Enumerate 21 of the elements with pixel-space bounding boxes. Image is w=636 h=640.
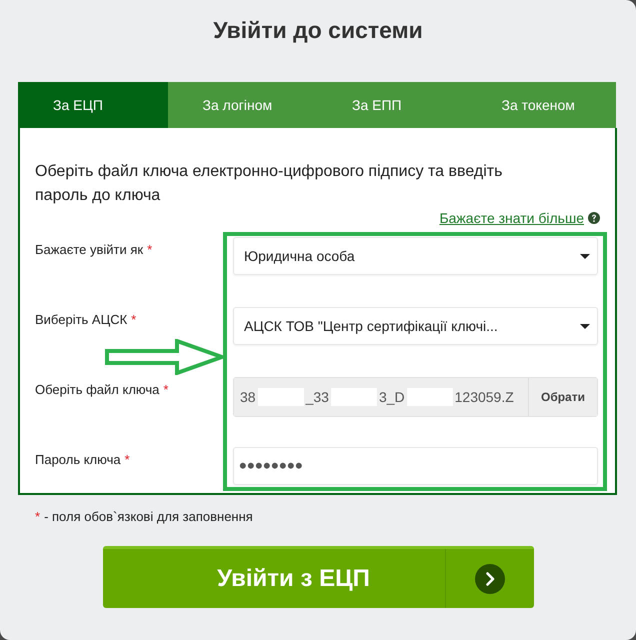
field-label: Оберіть файл ключа (35, 381, 160, 399)
caret-icon (580, 324, 590, 328)
required-mark: * (124, 451, 130, 469)
dropdown-field[interactable]: Юридична особа (233, 237, 598, 275)
tab[interactable]: За ЕЦП (18, 82, 168, 128)
password-field[interactable]: •••••••• (233, 447, 598, 485)
page-title: Увійти до системи (212, 16, 424, 45)
field-label: Виберіть АЦСК (35, 311, 128, 329)
dropdown-field[interactable]: АЦСК ТОВ "Центр сертифікації ключі... (233, 307, 598, 345)
caret-icon (580, 254, 590, 258)
chevron-right-icon (474, 564, 504, 594)
required-mark: * (131, 311, 136, 329)
required-mark: * (163, 381, 168, 399)
instructions-text: Оберіть файл ключа електронно-цифрового підпису та введіть пароль до ключа (35, 162, 504, 206)
help-link[interactable]: Бажаєте знати більше (439, 210, 584, 226)
required-mark: * (35, 508, 40, 526)
field-label: Пароль ключа (35, 451, 121, 469)
required-mark: * (147, 241, 152, 259)
required-note: - поля обов`язкові для заповнення (44, 508, 253, 526)
help-icon (588, 212, 600, 224)
field-label: Бажаєте увійти як (35, 241, 144, 259)
